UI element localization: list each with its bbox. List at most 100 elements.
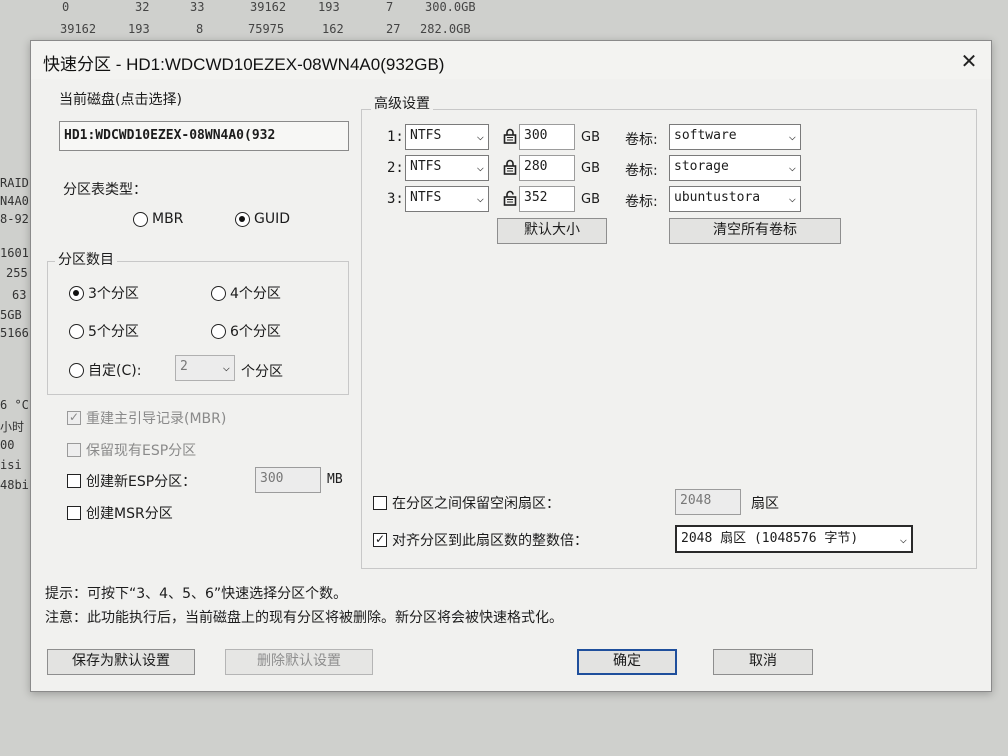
chevron-down-icon: ⌵ bbox=[788, 191, 796, 205]
quick-partition-dialog: 快速分区 - HD1:WDCWD10EZEX-08WN4A0(932GB) ✕ … bbox=[30, 40, 992, 692]
custom-count-select[interactable]: 2 ⌵ bbox=[175, 355, 235, 381]
partition-1-volume: software bbox=[674, 128, 737, 143]
close-icon[interactable]: ✕ bbox=[955, 47, 983, 75]
radio-6-partitions[interactable]: 6个分区 bbox=[211, 321, 281, 341]
clear-labels-button[interactable]: 清空所有卷标 bbox=[669, 218, 841, 244]
radio-5-dot bbox=[69, 323, 84, 339]
unlock-icon[interactable] bbox=[503, 190, 517, 206]
rebuild-mbr-checkbox[interactable]: ✓ 重建主引导记录(MBR) bbox=[67, 408, 226, 428]
partition-2-unit: GB bbox=[581, 161, 600, 176]
create-msr-box bbox=[67, 506, 81, 520]
chevron-down-icon: ⌵ bbox=[476, 191, 484, 205]
partition-2-volume-label: 卷标: bbox=[625, 163, 658, 179]
partition-3-volume-label: 卷标: bbox=[625, 194, 658, 210]
save-default-button[interactable]: 保存为默认设置 bbox=[47, 649, 195, 675]
radio-4-dot bbox=[211, 285, 226, 301]
bg-table-row: 39162 193 8 75975 162 27 282.0GB bbox=[0, 22, 1008, 40]
chevron-down-icon: ⌵ bbox=[899, 532, 907, 546]
radio-mbr[interactable]: MBR bbox=[133, 211, 183, 227]
rebuild-mbr-label: 重建主引导记录(MBR) bbox=[86, 411, 227, 427]
radio-mbr-label: MBR bbox=[152, 211, 184, 227]
lock-icon[interactable] bbox=[503, 128, 517, 144]
cancel-button[interactable]: 取消 bbox=[713, 649, 813, 675]
bg-fragment: 5166 bbox=[0, 326, 29, 340]
reserve-free-label: 在分区之间保留空闲扇区： bbox=[392, 496, 560, 512]
partition-1-size-input[interactable]: 300 bbox=[519, 124, 575, 150]
bg-fragment: 6 °C bbox=[0, 398, 29, 412]
bg-fragment: 小时 bbox=[0, 420, 25, 434]
bg-fragment: 48bi bbox=[0, 478, 29, 492]
partition-3-volume-select[interactable]: ubuntustora ⌵ bbox=[669, 186, 801, 212]
radio-4-partitions[interactable]: 4个分区 bbox=[211, 283, 281, 303]
radio-6-label: 6个分区 bbox=[230, 324, 281, 340]
bg-fragment: 5GB bbox=[0, 308, 22, 322]
delete-default-button[interactable]: 删除默认设置 bbox=[225, 649, 373, 675]
bg-cell: 193 bbox=[128, 22, 150, 36]
partition-2-fs-select[interactable]: NTFS ⌵ bbox=[405, 155, 489, 181]
bg-cell: 39162 bbox=[250, 0, 287, 14]
chevron-down-icon: ⌵ bbox=[788, 160, 796, 174]
default-size-button[interactable]: 默认大小 bbox=[497, 218, 607, 244]
radio-mbr-dot bbox=[133, 211, 148, 227]
bg-cell: 0 bbox=[62, 0, 70, 14]
radio-3-dot bbox=[69, 285, 84, 301]
radio-5-partitions[interactable]: 5个分区 bbox=[69, 321, 139, 341]
lock-icon[interactable] bbox=[503, 159, 517, 175]
title-bar[interactable]: 快速分区 - HD1:WDCWD10EZEX-08WN4A0(932GB) ✕ bbox=[31, 41, 991, 79]
radio-5-label: 5个分区 bbox=[88, 324, 139, 340]
reserve-free-box bbox=[373, 496, 387, 510]
bg-table-row: 0 32 33 39162 193 7 300.0GB bbox=[0, 0, 1008, 18]
chevron-down-icon: ⌵ bbox=[222, 360, 230, 374]
check-icon: ✓ bbox=[373, 532, 387, 547]
bg-fragment: 255 bbox=[6, 266, 28, 280]
bg-fragment: 00 bbox=[0, 438, 15, 452]
align-sectors-select[interactable]: 2048 扇区 (1048576 字节) ⌵ bbox=[675, 525, 913, 553]
keep-esp-checkbox[interactable]: 保留现有ESP分区 bbox=[67, 440, 196, 460]
dialog-title: 快速分区 - HD1:WDCWD10EZEX-08WN4A0(932GB) bbox=[43, 55, 445, 74]
partition-3-fs-select[interactable]: NTFS ⌵ bbox=[405, 186, 489, 212]
custom-count-value: 2 bbox=[180, 359, 188, 374]
custom-count-suffix: 个分区 bbox=[241, 364, 283, 380]
radio-3-partitions[interactable]: 3个分区 bbox=[69, 283, 139, 303]
partition-2-index: 2: bbox=[387, 160, 404, 176]
partition-2-fs: NTFS bbox=[410, 159, 442, 174]
chevron-down-icon: ⌵ bbox=[788, 129, 796, 143]
partition-1-index: 1: bbox=[387, 129, 404, 145]
align-label: 对齐分区到此扇区数的整数倍： bbox=[392, 533, 588, 549]
bg-cell: 7 bbox=[386, 0, 394, 14]
radio-custom-dot bbox=[69, 362, 84, 378]
partition-2-volume-select[interactable]: storage ⌵ bbox=[669, 155, 801, 181]
partition-1-fs-select[interactable]: NTFS ⌵ bbox=[405, 124, 489, 150]
current-disk-label: 当前磁盘(点击选择) bbox=[59, 92, 182, 108]
ok-button[interactable]: 确定 bbox=[577, 649, 677, 675]
chevron-down-icon: ⌵ bbox=[476, 160, 484, 174]
check-icon: ✓ bbox=[67, 410, 81, 425]
partition-3-index: 3: bbox=[387, 191, 404, 207]
new-esp-size-input[interactable]: 300 bbox=[255, 467, 321, 493]
partition-3-size-input[interactable]: 352 bbox=[519, 186, 575, 212]
current-disk-selector[interactable]: HD1:WDCWD10EZEX-08WN4A0(932 bbox=[59, 121, 349, 151]
new-esp-checkbox[interactable]: 创建新ESP分区： bbox=[67, 471, 196, 491]
advanced-label: 高级设置 bbox=[371, 93, 433, 113]
create-msr-label: 创建MSR分区 bbox=[86, 506, 173, 522]
create-msr-checkbox[interactable]: 创建MSR分区 bbox=[67, 503, 173, 523]
partition-1-volume-select[interactable]: software ⌵ bbox=[669, 124, 801, 150]
bg-cell: 193 bbox=[318, 0, 340, 14]
reserve-free-checkbox[interactable]: 在分区之间保留空闲扇区： bbox=[373, 493, 560, 513]
bg-cell: 39162 bbox=[60, 22, 97, 36]
radio-custom[interactable]: 自定(C): bbox=[69, 360, 141, 380]
partition-1-fs: NTFS bbox=[410, 128, 442, 143]
radio-3-label: 3个分区 bbox=[88, 286, 139, 302]
bg-fragment: RAID bbox=[0, 176, 29, 190]
reserve-sectors-input[interactable]: 2048 bbox=[675, 489, 741, 515]
chevron-down-icon: ⌵ bbox=[476, 129, 484, 143]
radio-6-dot bbox=[211, 323, 226, 339]
align-checkbox[interactable]: ✓ 对齐分区到此扇区数的整数倍： bbox=[373, 530, 588, 550]
bg-cell: 27 bbox=[386, 22, 401, 36]
radio-4-label: 4个分区 bbox=[230, 286, 281, 302]
partition-2-size-input[interactable]: 280 bbox=[519, 155, 575, 181]
partition-1-unit: GB bbox=[581, 130, 600, 145]
warning-text: 注意：此功能执行后，当前磁盘上的现有分区将被删除。新分区将会被快速格式化。 bbox=[45, 610, 563, 626]
radio-guid[interactable]: GUID bbox=[235, 211, 290, 227]
hint-text: 提示：可按下“3、4、5、6”快速选择分区个数。 bbox=[45, 586, 348, 602]
